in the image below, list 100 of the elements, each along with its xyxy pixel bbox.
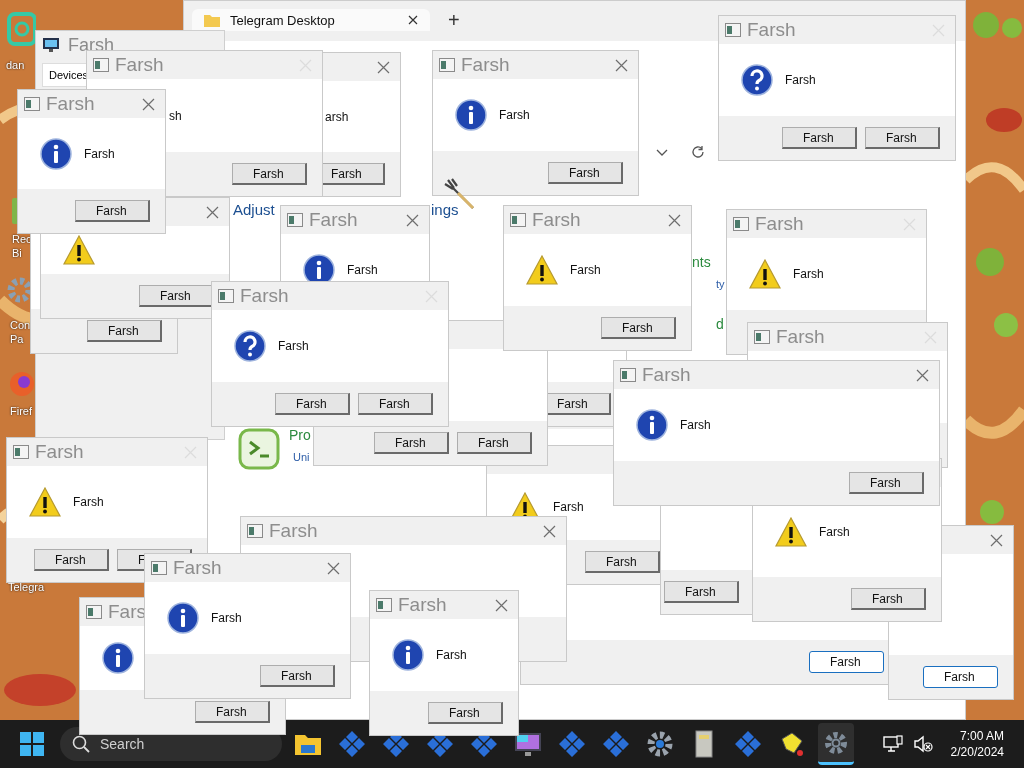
dialog-button[interactable]: Farsh (782, 127, 857, 149)
dialog-button[interactable]: Farsh (428, 702, 503, 724)
diamond-icon (733, 729, 763, 759)
link[interactable]: ty (716, 278, 725, 290)
heading-link[interactable]: Adjust (233, 201, 275, 218)
heading-link[interactable]: ings (431, 201, 459, 218)
dialog-button[interactable]: Farsh (34, 549, 109, 571)
info-icon (392, 639, 424, 671)
dialog-button[interactable]: Farsh (923, 666, 998, 688)
dialog-button[interactable]: Farsh (601, 317, 676, 339)
windows-icon[interactable] (20, 732, 44, 756)
dialog-title: Fars (108, 600, 146, 624)
dialog-message: Farsh (347, 263, 378, 277)
window-icon (725, 23, 741, 37)
info-icon (167, 602, 199, 634)
info-icon (636, 409, 668, 441)
icon-label: Bi (12, 246, 22, 260)
window-icon (86, 605, 102, 619)
dialog-message: Farsh (819, 525, 850, 539)
dialog-button[interactable]: Farsh (260, 665, 335, 687)
clock-date[interactable]: 2/20/2024 (950, 744, 1004, 760)
dialog-button[interactable]: Farsh (457, 432, 532, 454)
dialog-button[interactable]: Farsh (358, 393, 433, 415)
dialog-message: Farsh (793, 267, 824, 281)
icon-label: Telegra (8, 580, 45, 594)
window-icon (93, 58, 109, 72)
dialog-button[interactable]: Farsh (865, 127, 940, 149)
dialog-message: Farsh (84, 146, 115, 161)
dialog-button[interactable]: Farsh (232, 163, 307, 185)
taskbar-button[interactable] (818, 723, 854, 765)
network-icon[interactable] (882, 735, 903, 753)
heading-link[interactable]: nts (692, 254, 711, 270)
window-icon (218, 289, 234, 303)
icon-label: Firef (10, 404, 32, 418)
dialog-button[interactable]: Farsh (548, 162, 623, 184)
window-icon (247, 524, 263, 538)
window-icon (287, 213, 303, 227)
dialog-button[interactable]: Farsh (809, 651, 884, 673)
dialog-message: Farsh (553, 500, 584, 514)
help-icon (741, 64, 773, 96)
diamond-icon (557, 729, 587, 759)
window-icon (754, 330, 770, 344)
dialog-message: Farsh (499, 108, 530, 122)
link[interactable]: Uni (293, 451, 310, 463)
dialog-message: Farsh (570, 263, 601, 277)
dialog-title: Farsh (173, 556, 222, 580)
window-icon (733, 217, 749, 231)
icon-label: Con (10, 318, 31, 332)
chevron-icon[interactable] (656, 149, 668, 157)
gear-icon (645, 729, 675, 759)
dialog-title: Farsh (642, 363, 691, 387)
close-icon[interactable] (408, 15, 418, 25)
dialog-message: Farsh (278, 339, 309, 353)
dialog-title: Farsh (240, 284, 289, 308)
mute-icon[interactable] (912, 735, 933, 753)
info-icon (102, 642, 134, 674)
dialog-button[interactable]: Farsh (374, 432, 449, 454)
dialog-message: Farsh (211, 611, 242, 625)
dialog-title: Farsh (309, 208, 358, 232)
dialog-button[interactable]: Farsh (664, 581, 739, 603)
new-tab-button[interactable]: + (442, 9, 466, 31)
dialog-button[interactable]: Farsh (87, 320, 162, 342)
dialog-title: Farsh (532, 208, 581, 232)
search-input[interactable]: Search (98, 735, 222, 753)
dialog-button[interactable]: Farsh (139, 285, 214, 307)
dialog-button[interactable]: Farsh (851, 588, 926, 610)
tab-title: Telegram Desktop (230, 12, 336, 28)
warning-icon (749, 259, 781, 289)
info-icon (455, 99, 487, 131)
refresh-icon[interactable] (691, 145, 705, 159)
dialog-button[interactable]: Farsh (75, 200, 150, 222)
warning-icon (29, 487, 61, 517)
dialog-message: arsh (325, 109, 349, 124)
window-icon (151, 561, 167, 575)
dialog-button[interactable]: Farsh (275, 393, 350, 415)
dialog-title: Farsh (35, 440, 84, 464)
diamond-icon (601, 729, 631, 759)
heading-link[interactable]: Pro (289, 427, 311, 443)
terminal-icon (238, 428, 280, 470)
folder-icon (204, 13, 220, 27)
clock-time[interactable]: 7:00 AM (959, 728, 1004, 744)
warning-icon (775, 517, 807, 547)
window-icon (620, 368, 636, 382)
dialog-button[interactable]: Farsh (849, 472, 924, 494)
window-icon (376, 598, 392, 612)
dialog-button[interactable]: Farsh (195, 701, 270, 723)
browser-tab[interactable]: Telegram Desktop (192, 9, 430, 31)
info-icon (40, 137, 72, 170)
search-icon (72, 735, 90, 753)
heading-link[interactable]: d (716, 316, 724, 332)
dialog-message: Farsh (73, 495, 104, 509)
dialog-title: Farsh (776, 325, 825, 349)
window-icon (13, 445, 29, 459)
icon-label: Rec (12, 232, 32, 246)
dialog-title: Farsh (747, 18, 796, 42)
dialog-title: Farsh (115, 53, 164, 77)
warning-icon (63, 235, 95, 265)
diamond-icon (337, 729, 367, 759)
window-icon (439, 58, 455, 72)
dialog-button[interactable]: Farsh (585, 551, 660, 573)
